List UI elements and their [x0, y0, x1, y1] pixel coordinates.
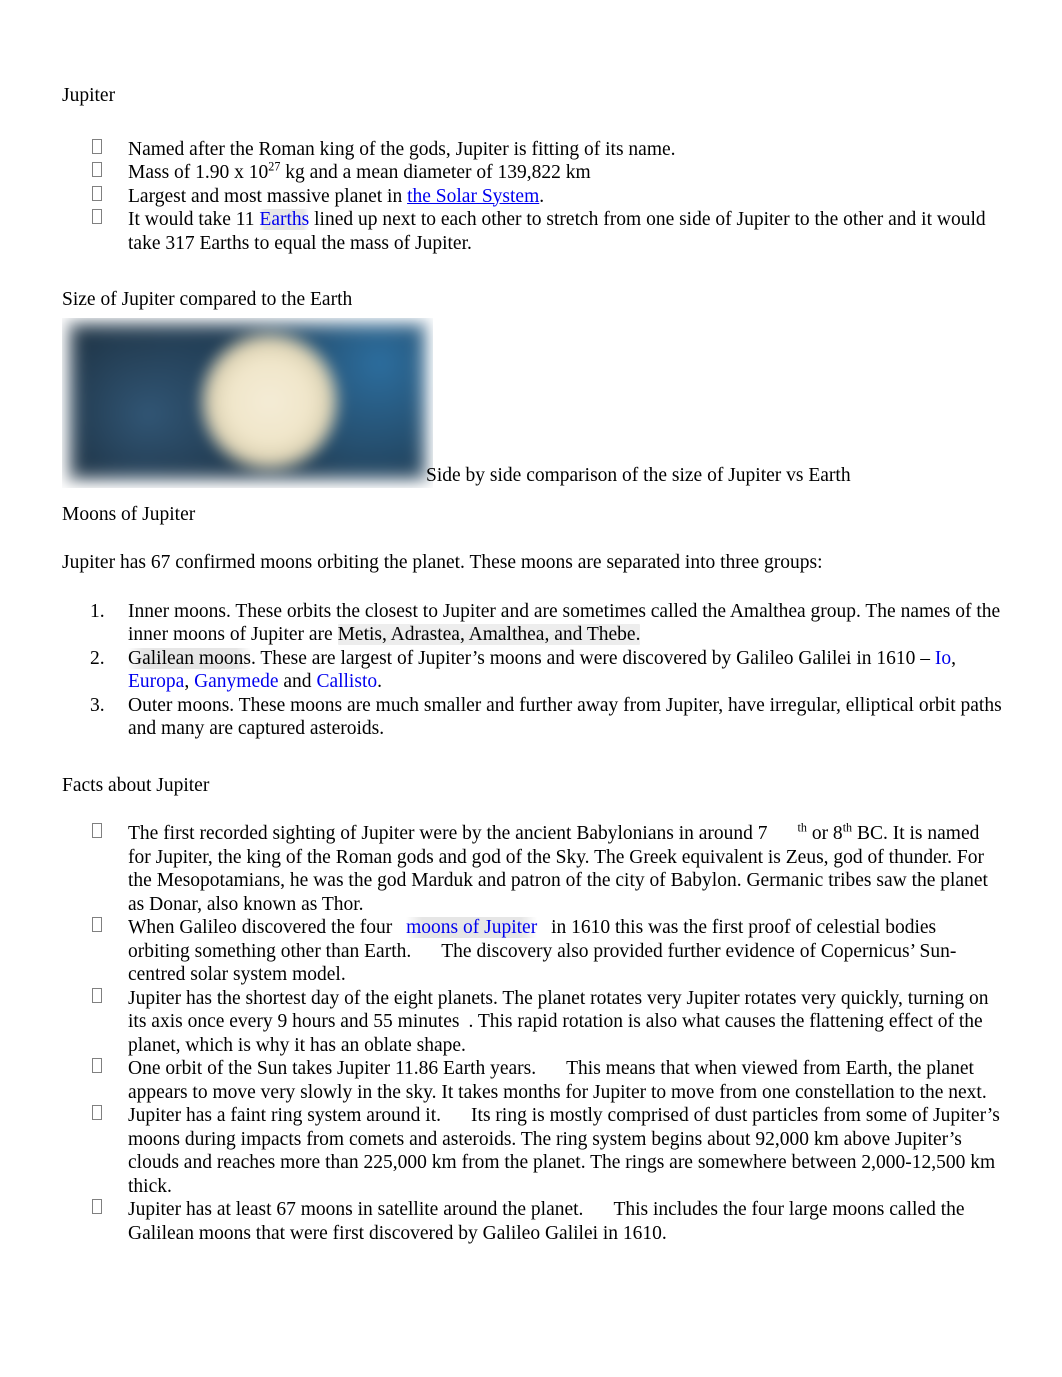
list-item: Largest and most massive planet in the S… [62, 185, 1002, 209]
link-io[interactable]: Io [935, 648, 951, 669]
list-item: Jupiter has a faint ring system around i… [62, 1104, 1002, 1198]
fact-text: or 8 [806, 823, 843, 844]
bullet-text: It would take 11 [128, 209, 260, 230]
list-number: 1. [90, 600, 105, 622]
list-item: Mass of 1.90 x 1027 kg and a mean diamet… [62, 159, 1002, 185]
intro-bullet-list: Named after the Roman king of the gods, … [62, 138, 1002, 256]
link-moons-of-jupiter[interactable]: moons of Jupiter [406, 917, 538, 938]
fact-text: Jupiter has the shortest day [128, 987, 340, 1009]
fact-text: The first recorded sighting of Jupiter w… [128, 823, 768, 844]
facts-heading: Facts about Jupiter [62, 774, 210, 796]
size-comparison-heading: Size of Jupiter compared to the Earth [62, 289, 353, 310]
list-item: It would take 11 Earths lined up next to… [62, 208, 1002, 255]
list-text: . These moons are much smaller and furth… [128, 694, 1002, 740]
separator-comma: , [951, 647, 957, 669]
highlighted-moon-names: Metis, Adrastea, Amalthea, and Thebe. [337, 624, 641, 645]
bullet-marker-icon [92, 1199, 102, 1214]
list-text-lead: Galilean moons [128, 647, 251, 669]
bullet-marker-icon [92, 162, 102, 177]
list-item: 2. Galilean moons. These are largest of J… [62, 647, 1002, 694]
document-page: Jupiter Named after the Roman king of th… [0, 0, 1062, 1377]
list-item: When Galileo discovered the four moons o… [62, 916, 1002, 987]
bullet-marker-icon [92, 138, 102, 154]
separator-and: and [278, 671, 317, 692]
bullet-marker-icon [92, 987, 102, 1003]
bullet-marker-icon [92, 1105, 102, 1120]
list-item: The first recorded sighting of Jupiter w… [62, 820, 1002, 916]
list-item: Jupiter has the shortest day of the eigh… [62, 987, 1002, 1058]
bullet-marker-icon [92, 823, 102, 838]
link-the-solar-system[interactable]: the Solar System [407, 186, 539, 207]
list-text: . These are largest of Jupiter’s moons a… [250, 647, 935, 669]
list-number: 2. [90, 647, 105, 669]
moons-numbered-list: 1. Inner moons. These orbits the closest … [62, 600, 1002, 741]
sentence-period: . [377, 671, 382, 692]
document-body: Jupiter Named after the Roman king of th… [62, 84, 1002, 1245]
fact-text: One orbit of the Sun takes Jupiter 11.86… [128, 1058, 537, 1079]
jupiter-earth-comparison-image [64, 318, 431, 485]
moons-heading: Moons of Jupiter [62, 503, 196, 525]
bullet-text: Named after the Roman king of the gods, … [128, 138, 676, 160]
bullet-text: Mass of 1.90 x 10 [128, 162, 269, 183]
bullet-text-tail: kg and a mean diameter of 139,822 km [280, 162, 591, 183]
link-earths[interactable]: Earths [259, 209, 310, 230]
list-text-lead: Outer moons [128, 694, 230, 716]
bullet-text: Largest and most massive planet in [128, 185, 408, 207]
bullet-marker-icon [92, 917, 102, 932]
list-item: 1. Inner moons. These orbits the closest … [62, 600, 1002, 647]
separator-comma: , [184, 671, 195, 692]
bullet-text-tail: . [539, 185, 545, 207]
bullet-marker-icon [92, 185, 102, 201]
fact-text: When Galileo discovered the four [128, 917, 398, 938]
list-item: 3. Outer moons. These moons are much smal… [62, 694, 1002, 741]
figure-caption: Side by side comparison of the size of J… [426, 465, 851, 486]
fact-text: . This rapid rotation is also what cause… [468, 1011, 933, 1032]
bullet-marker-icon [92, 1058, 102, 1073]
page-title: Jupiter [62, 85, 116, 106]
link-ganymede[interactable]: Ganymede [194, 671, 278, 692]
superscript-exponent: 27 [268, 159, 281, 174]
list-item: One orbit of the Sun takes Jupiter 11.86… [62, 1057, 1002, 1104]
ordinal-suffix: th [842, 820, 853, 835]
jupiter-earth-comparison-figure [62, 318, 433, 488]
bullet-marker-icon [92, 209, 102, 224]
link-europa[interactable]: Europa [128, 671, 184, 692]
list-item: Named after the Roman king of the gods, … [62, 138, 1002, 162]
moons-intro-paragraph: Jupiter has 67 confirmed moons orbiting … [62, 552, 823, 573]
fact-text: Jupiter has at least 67 moons in satelli… [128, 1199, 584, 1220]
ordinal-suffix: th [797, 820, 807, 835]
list-number: 3. [90, 694, 105, 716]
facts-bullet-list: The first recorded sighting of Jupiter w… [62, 820, 1002, 1245]
list-item: Jupiter has at least 67 moons in satelli… [62, 1198, 1002, 1245]
link-callisto[interactable]: Callisto [316, 671, 377, 692]
fact-text: Jupiter has a faint ring system around i… [128, 1105, 442, 1126]
